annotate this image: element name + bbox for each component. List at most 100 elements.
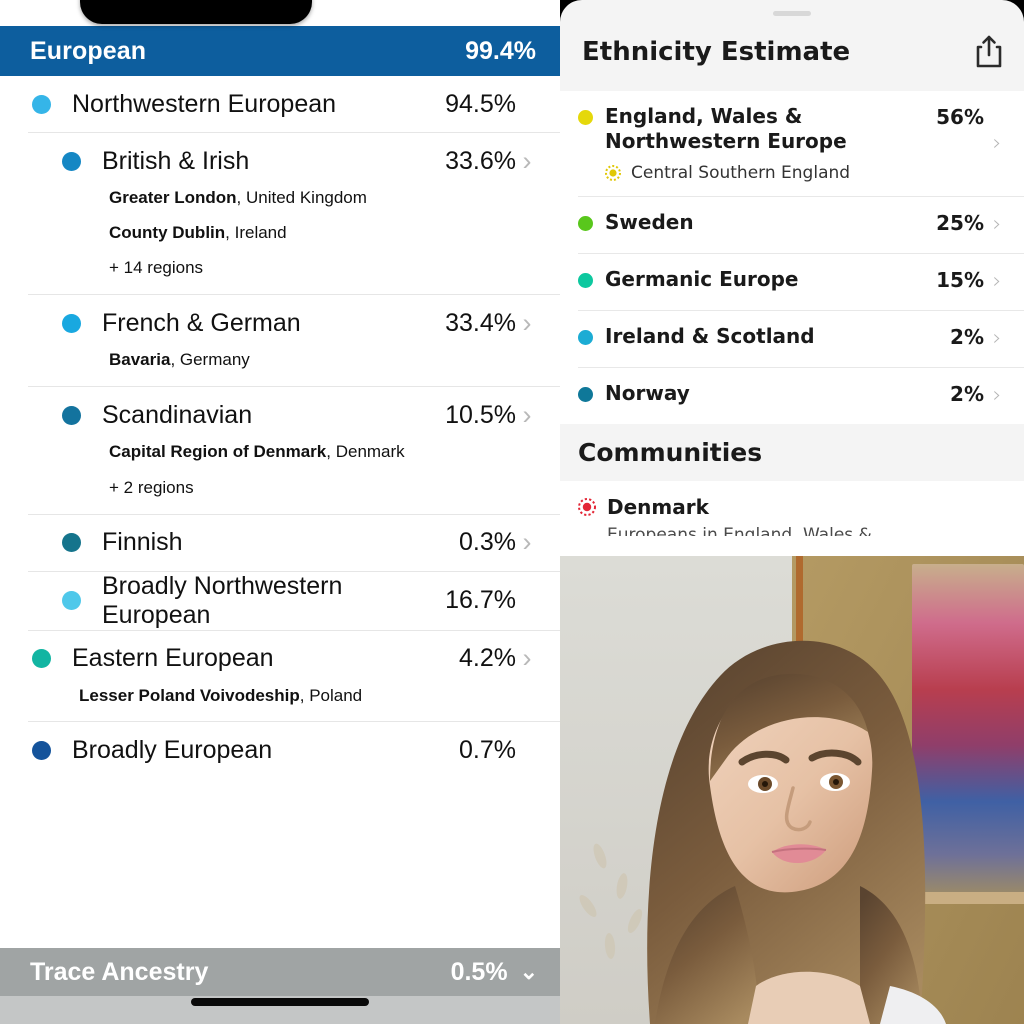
- sub-region-row[interactable]: Central Southern England: [605, 163, 936, 183]
- ancestry-row-broadly-northwestern-european: Broadly Northwestern European16.7%›: [0, 572, 560, 630]
- ancestry-breakdown-list: Northwestern European94.5%›British & Iri…: [0, 76, 560, 778]
- sunburst-icon: [605, 165, 621, 181]
- ethnicity-label: England, Wales & Northwestern Europe: [605, 104, 847, 153]
- ethnicity-row-england-wales-northwestern-europe[interactable]: England, Wales & Northwestern Europe Cent…: [560, 91, 1024, 196]
- more-regions-link[interactable]: + 14 regions: [0, 258, 560, 278]
- subregion-country: , Ireland: [225, 222, 287, 242]
- ancestry-row-scandinavian[interactable]: Scandinavian 10.5% ›: [0, 387, 560, 443]
- status-bar: [0, 0, 560, 26]
- subregion-place: Greater London: [109, 188, 237, 207]
- population-color-dot-icon: [62, 313, 81, 333]
- sheet-corner-right: [1002, 0, 1024, 22]
- home-indicator[interactable]: [191, 998, 369, 1006]
- ancestry-row-northwestern-european: Northwestern European94.5%›: [0, 76, 560, 132]
- chevron-right-icon[interactable]: ›: [516, 401, 538, 429]
- ancestry-subregion: Lesser Poland Voivodeship, Poland: [0, 685, 560, 706]
- subregion-place: Lesser Poland Voivodeship: [79, 685, 300, 705]
- community-burst-icon: [578, 498, 596, 516]
- ancestry-subregion: County Dublin, Ireland: [0, 222, 560, 243]
- sheet-corner-left: [560, 0, 582, 22]
- ancestry-row-label: Scandinavian: [102, 400, 253, 429]
- ethnicity-color-dot-icon: [578, 387, 593, 402]
- dynamic-island: [80, 0, 312, 24]
- portrait-photo: [560, 556, 1024, 1024]
- ancestry-subregion: Greater London, United Kingdom: [0, 188, 560, 208]
- ancestry-row-percentage: 33.4%: [445, 308, 516, 337]
- ethnicity-percentage: 56%: [936, 105, 984, 129]
- ancestry-row-label: Finnish: [102, 528, 183, 557]
- ancestry-subregion: Capital Region of Denmark, Denmark: [0, 442, 560, 462]
- subregion-country: , Denmark: [326, 442, 405, 462]
- sheet-header: Ethnicity Estimate: [560, 0, 1024, 91]
- ancestry-row-french-german[interactable]: French & German 33.4% ›: [0, 295, 560, 351]
- ancestry-row-label: Broadly Northwestern European: [102, 571, 343, 629]
- ethnicity-estimate-list: England, Wales & Northwestern Europe Cent…: [560, 91, 1024, 424]
- ancestry-row-percentage: 10.5%: [445, 400, 516, 429]
- ancestry-row-label: Broadly European: [72, 735, 273, 764]
- left-panel-23andme: European 99.4% Northwestern European 94.5…: [0, 0, 560, 1024]
- community-subtitle: Europeans in England, Wales &: [607, 525, 872, 536]
- ancestry-row-percentage: 33.6%: [445, 146, 516, 175]
- ethnicity-color-dot-icon: [578, 110, 593, 125]
- right-panel-ancestry: Ethnicity Estimate England, Wales & Nort…: [560, 0, 1024, 1024]
- population-color-dot-icon: [62, 591, 81, 611]
- ancestry-row-british-irish[interactable]: British & Irish 33.6% ›: [0, 133, 560, 189]
- share-icon[interactable]: [974, 35, 1004, 69]
- chevron-right-icon[interactable]: ›: [516, 529, 538, 556]
- community-name: Denmark: [607, 495, 709, 519]
- community-row-denmark[interactable]: Denmark: [560, 481, 1024, 521]
- more-regions-link[interactable]: + 2 regions: [0, 478, 560, 498]
- chevron-right-icon[interactable]: ›: [984, 271, 1010, 293]
- ethnicity-label: Germanic Europe: [605, 267, 799, 291]
- chevron-right-icon[interactable]: ›: [516, 147, 538, 175]
- ethnicity-label: Norway: [605, 381, 690, 405]
- subregion-country: , United Kingdom: [236, 188, 367, 207]
- ethnicity-percentage: 2%: [950, 325, 984, 349]
- ancestry-row-percentage: 16.7%: [445, 586, 516, 615]
- ancestry-row-percentage: 94.5%: [445, 89, 516, 118]
- chevron-right-icon[interactable]: ›: [516, 309, 538, 337]
- ethnicity-percentage: 2%: [950, 382, 984, 406]
- population-color-dot-icon: [62, 533, 81, 553]
- ancestry-row-label: French & German: [102, 308, 301, 337]
- ethnicity-row-sweden[interactable]: Sweden 25% ›: [560, 197, 1024, 253]
- population-color-dot-icon: [62, 405, 81, 425]
- chevron-right-icon[interactable]: ›: [984, 328, 1010, 350]
- trace-ancestry-label: Trace Ancestry: [30, 957, 209, 986]
- ethnicity-color-dot-icon: [578, 273, 593, 288]
- ancestry-row-percentage: 0.3%: [459, 528, 516, 557]
- ancestry-row-eastern-european[interactable]: Eastern European 4.2% ›: [0, 631, 560, 687]
- ancestry-row-label: Northwestern European: [72, 89, 337, 118]
- chevron-right-icon[interactable]: ›: [984, 214, 1010, 236]
- european-header-value: 99.4%: [465, 36, 536, 65]
- ethnicity-percentage: 15%: [936, 268, 984, 292]
- page-title: Ethnicity Estimate: [582, 37, 851, 67]
- sheet-grabber[interactable]: [773, 11, 811, 16]
- ethnicity-row-norway[interactable]: Norway 2% ›: [560, 368, 1024, 424]
- subregion-place: Capital Region of Denmark: [109, 442, 327, 462]
- ethnicity-color-dot-icon: [578, 216, 593, 231]
- european-header-label: European: [30, 36, 147, 65]
- ancestry-row-label: British & Irish: [102, 146, 250, 175]
- ancestry-comparison-screenshot: European 99.4% Northwestern European 94.5…: [0, 0, 1024, 1024]
- population-color-dot-icon: [62, 151, 81, 171]
- ethnicity-row-ireland-scotland[interactable]: Ireland & Scotland 2% ›: [560, 311, 1024, 367]
- ancestry-row-finnish[interactable]: Finnish 0.3% ›: [0, 515, 560, 571]
- ethnicity-label: Ireland & Scotland: [605, 324, 815, 348]
- chevron-down-icon[interactable]: ⌄: [520, 961, 538, 983]
- ancestry-subregion: Bavaria, Germany: [0, 351, 560, 370]
- communities-title: Communities: [578, 438, 763, 467]
- ethnicity-row-germanic-europe[interactable]: Germanic Europe 15% ›: [560, 254, 1024, 310]
- ethnicity-label: Sweden: [605, 210, 694, 234]
- chevron-right-icon[interactable]: ›: [984, 385, 1010, 407]
- ancestry-row-label: Eastern European: [72, 644, 274, 673]
- chevron-right-icon[interactable]: ›: [984, 132, 1010, 155]
- communities-header: Communities: [560, 424, 1024, 481]
- trace-ancestry-row[interactable]: Trace Ancestry 0.5% ⌄: [0, 948, 560, 996]
- population-color-dot-icon: [32, 649, 51, 669]
- ancestry-row-percentage: 0.7%: [459, 735, 516, 764]
- trace-ancestry-value: 0.5%: [450, 957, 508, 986]
- chevron-right-icon[interactable]: ›: [516, 645, 538, 672]
- population-color-dot-icon: [32, 740, 51, 760]
- european-header-row[interactable]: European 99.4%: [0, 26, 560, 76]
